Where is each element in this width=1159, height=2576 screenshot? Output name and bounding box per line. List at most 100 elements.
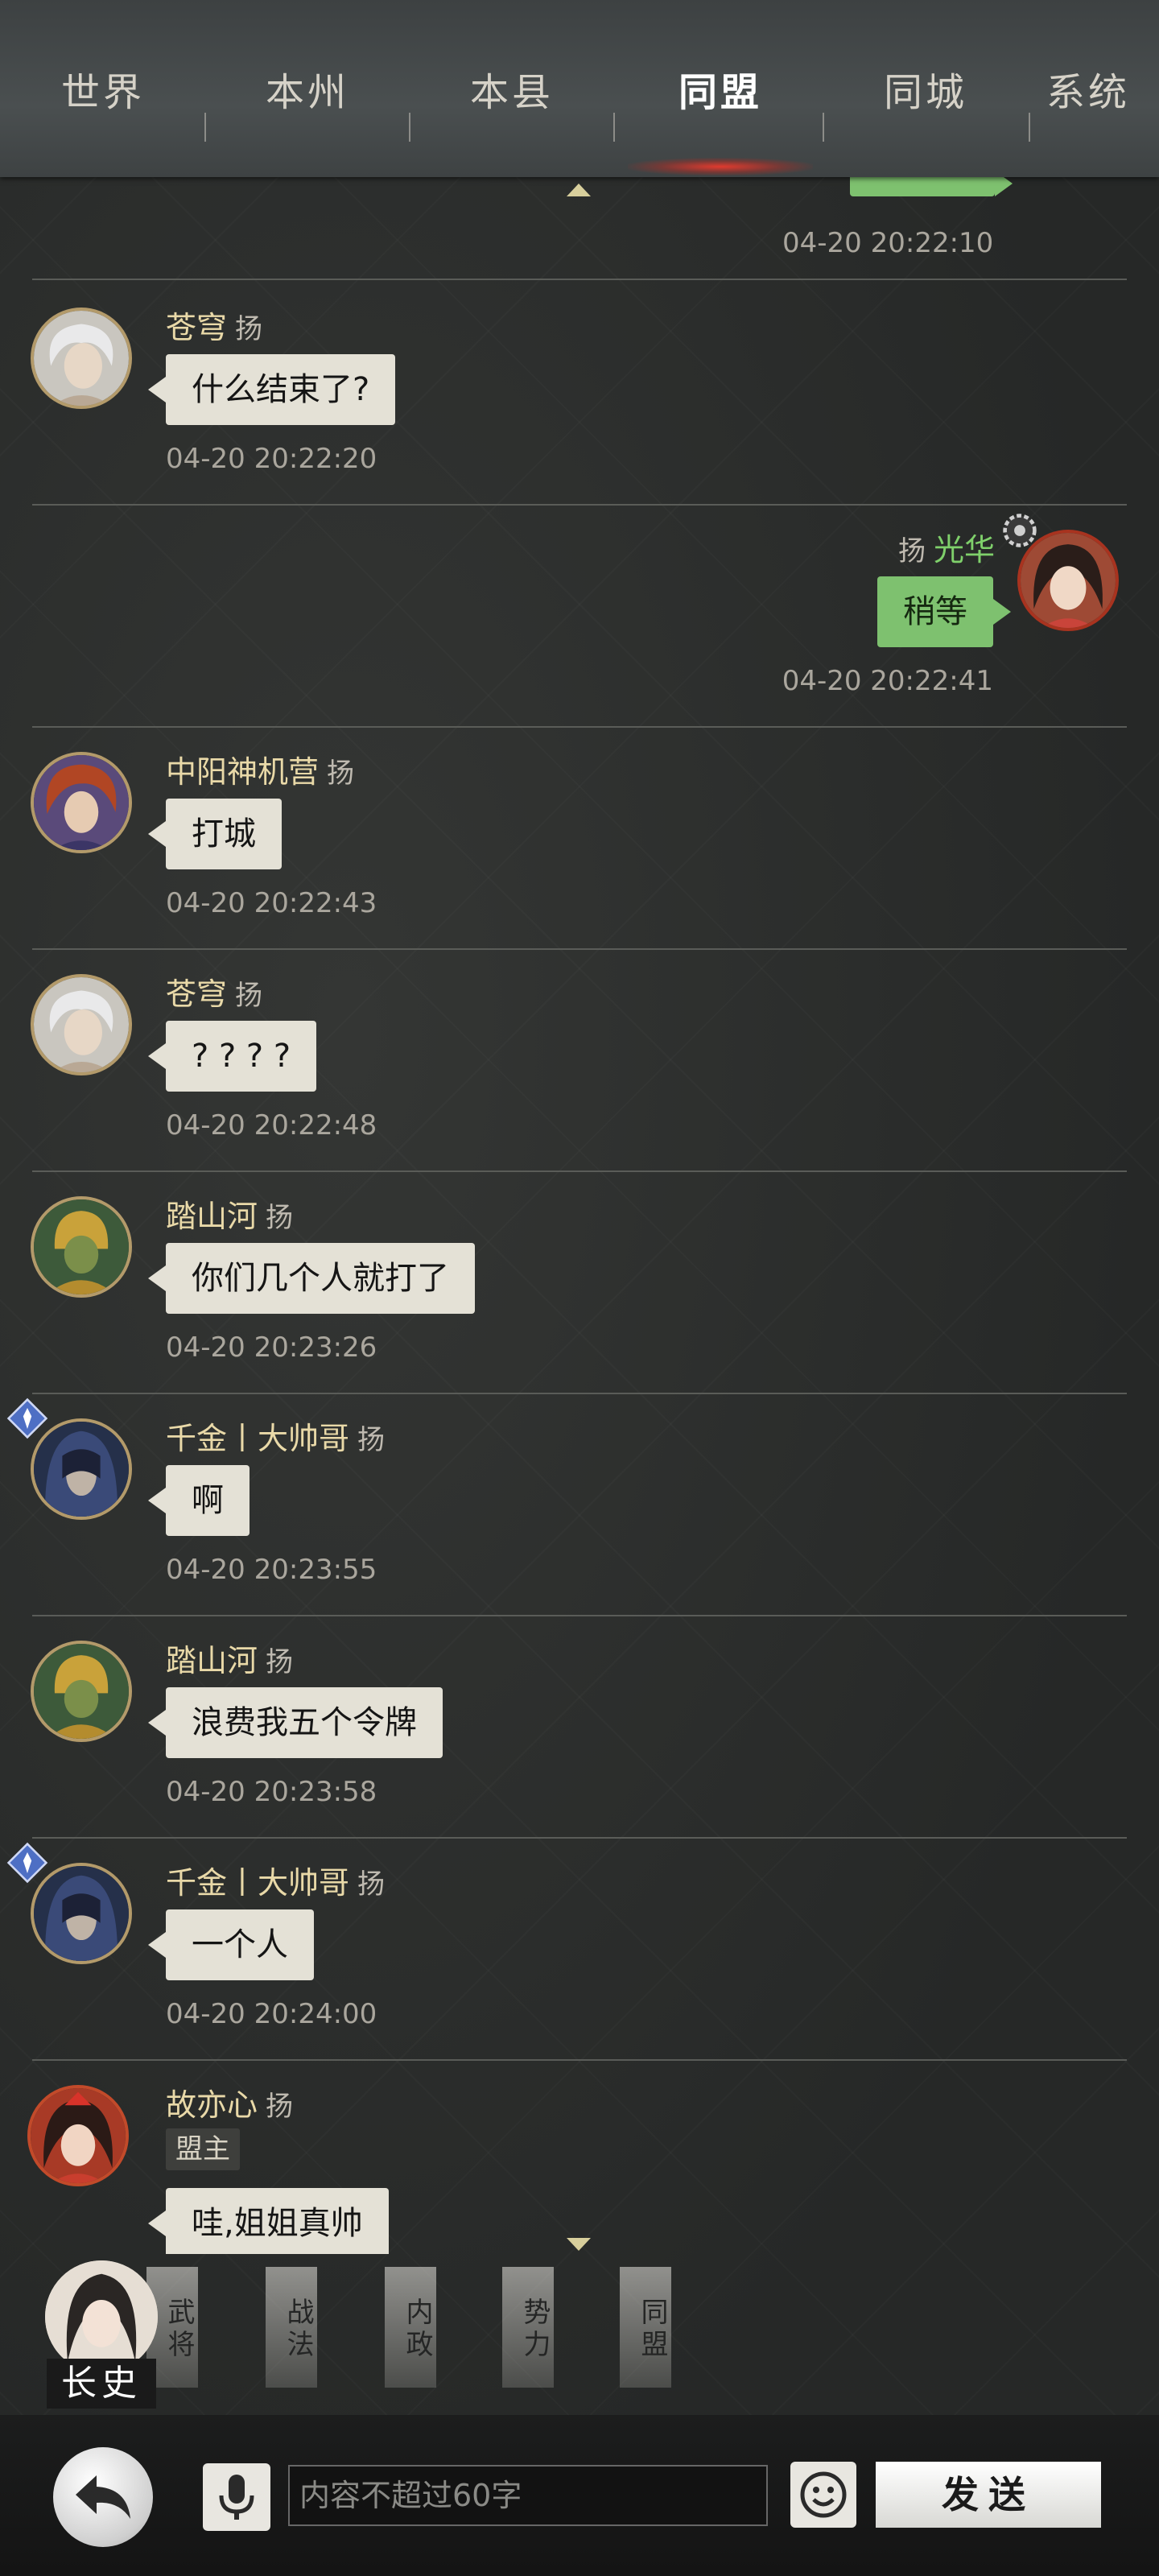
tab-divider [613, 113, 615, 142]
region-tag: 扬 [266, 2091, 294, 2123]
send-button[interactable]: 发送 [876, 2462, 1101, 2528]
message-time: 04-20 20:23:26 [166, 1331, 377, 1364]
sender-name[interactable]: 踏山河 [166, 1199, 258, 1234]
chat-message-mine: 扬光华 稍等 04-20 20:22:41 [0, 507, 1159, 729]
message-bubble: ? ? ? ? [147, 1021, 317, 1092]
message-divider [32, 1837, 1127, 1839]
chat-message: 踏山河扬 你们几个人就打了 04-20 20:23:26 [0, 1174, 1159, 1396]
golden-armor-hero-portrait [34, 1199, 129, 1294]
avatar[interactable] [27, 2085, 129, 2186]
red-crown-heroine-portrait [31, 2088, 126, 2183]
chat-message: 故亦心扬 盟主 哇,姐姐真帅 [0, 2062, 1159, 2254]
tab-world[interactable]: 世界 [23, 60, 184, 117]
sender-name-row: 扬光华 [898, 525, 995, 569]
tab-alliance[interactable]: 同盟 [640, 60, 801, 117]
voice-button[interactable] [203, 2463, 270, 2531]
message-bubble: 什么结束了? [147, 354, 396, 425]
message-time: 04-20 20:23:55 [166, 1554, 377, 1586]
tab-county[interactable]: 本县 [431, 60, 592, 117]
region-tag: 扬 [266, 1202, 294, 1234]
region-tag: 扬 [897, 535, 926, 568]
avatar[interactable] [31, 1196, 132, 1298]
character-avatar[interactable] [45, 2260, 158, 2373]
sender-name[interactable]: 苍穹 [166, 310, 227, 345]
sender-name[interactable]: 千金丨大帅哥 [166, 1421, 349, 1456]
message-divider [32, 1170, 1127, 1172]
rank-badge-icon [6, 1842, 48, 1884]
menu-faction[interactable]: 势力 [502, 2267, 554, 2388]
region-tag: 扬 [357, 1424, 386, 1456]
avatar[interactable] [31, 308, 132, 409]
rank-badge-icon [6, 1397, 48, 1439]
chat-message: 千金丨大帅哥扬 一个人 04-20 20:24:00 [0, 1840, 1159, 2062]
chat-message: 苍穹扬 什么结束了? 04-20 20:22:20 [0, 285, 1159, 507]
message-time: 04-20 20:22:10 [782, 227, 994, 259]
message-input[interactable] [288, 2465, 768, 2526]
sender-name-row: 踏山河扬 [166, 1191, 293, 1236]
scroll-up-arrow-icon[interactable] [567, 184, 591, 196]
message-bubble: 一个人 [148, 1909, 314, 1980]
sender-name[interactable]: 千金丨大帅哥 [166, 1865, 349, 1901]
tab-city[interactable]: 同城 [845, 60, 1006, 117]
tab-system[interactable]: 系统 [1046, 60, 1159, 117]
message-time: 04-20 20:22:43 [166, 887, 377, 919]
tab-divider [823, 113, 824, 142]
avatar[interactable] [31, 752, 132, 853]
message-time: 04-20 20:24:00 [166, 1998, 377, 2030]
back-arrow-icon [76, 2475, 130, 2519]
region-tag: 扬 [235, 980, 263, 1012]
message-time: 04-20 20:22:20 [166, 443, 377, 475]
region-tag: 扬 [357, 1868, 386, 1901]
menu-alliance[interactable]: 同盟 [620, 2267, 671, 2388]
avatar[interactable] [31, 974, 132, 1075]
back-button[interactable] [53, 2447, 153, 2547]
message-divider [32, 1615, 1127, 1616]
message-bubble [850, 177, 1013, 196]
red-hair-hero-portrait [34, 755, 129, 850]
sender-name[interactable]: 踏山河 [166, 1643, 258, 1678]
golden-armor-hero-portrait [34, 1644, 129, 1739]
chat-message: 中阳神机营扬 打城 04-20 20:22:43 [0, 729, 1159, 952]
emoji-button[interactable] [790, 2462, 856, 2528]
message-bubble: 啊 [148, 1465, 250, 1536]
sender-name[interactable]: 光华 [934, 532, 995, 568]
message-divider [32, 726, 1127, 728]
region-tag: 扬 [235, 313, 263, 345]
sender-name-row: 踏山河扬 [166, 1636, 293, 1680]
sender-name-row: 苍穹扬 [166, 303, 262, 347]
avatar[interactable] [31, 1641, 132, 1742]
chat-message: 苍穹扬 ? ? ? ? 04-20 20:22:48 [0, 952, 1159, 1174]
sender-name-row: 中阳神机营扬 [166, 747, 354, 791]
gear-badge-icon [1003, 514, 1037, 547]
menu-domestic[interactable]: 内政 [385, 2267, 436, 2388]
sender-name[interactable]: 故亦心 [166, 2087, 258, 2123]
menu-tactics[interactable]: 战法 [266, 2267, 317, 2388]
emoji-icon [800, 2471, 847, 2518]
message-divider [32, 2059, 1127, 2061]
message-bubble: 哇,姐姐真帅 [148, 2188, 389, 2254]
sender-name-row: 苍穹扬 [166, 969, 262, 1013]
message-time: 04-20 20:22:41 [782, 665, 993, 697]
chat-message: 千金丨大帅哥扬 啊 04-20 20:23:55 [0, 1396, 1159, 1618]
tab-state[interactable]: 本州 [227, 60, 388, 117]
sender-name-row: 千金丨大帅哥扬 [166, 1414, 385, 1458]
message-time: 04-20 20:22:48 [166, 1109, 377, 1141]
tab-divider [204, 113, 206, 142]
scroll-down-arrow-icon[interactable] [567, 2238, 591, 2251]
active-tab-indicator [628, 158, 813, 175]
alliance-leader-tag: 盟主 [166, 2128, 240, 2170]
message-time: 04-20 20:23:58 [166, 1776, 377, 1808]
message-bubble: 打城 [148, 799, 282, 869]
advisor-portrait [45, 2260, 158, 2373]
region-tag: 扬 [266, 1646, 294, 1678]
chat-message-list[interactable]: 04-20 20:22:10 苍穹扬 什么结束了? 04-20 20:22:20… [0, 177, 1159, 2254]
sender-name-row: 千金丨大帅哥扬 [166, 1858, 385, 1902]
sender-name[interactable]: 苍穹 [166, 976, 227, 1012]
silver-hair-hero-portrait [34, 977, 129, 1072]
tab-divider [1029, 113, 1030, 142]
message-divider [32, 279, 1127, 280]
channel-tab-bar: 世界 本州 本县 同盟 同城 系统 [0, 0, 1159, 177]
message-divider [32, 948, 1127, 950]
message-bubble: 稍等 [877, 576, 1011, 647]
sender-name[interactable]: 中阳神机营 [166, 754, 319, 790]
